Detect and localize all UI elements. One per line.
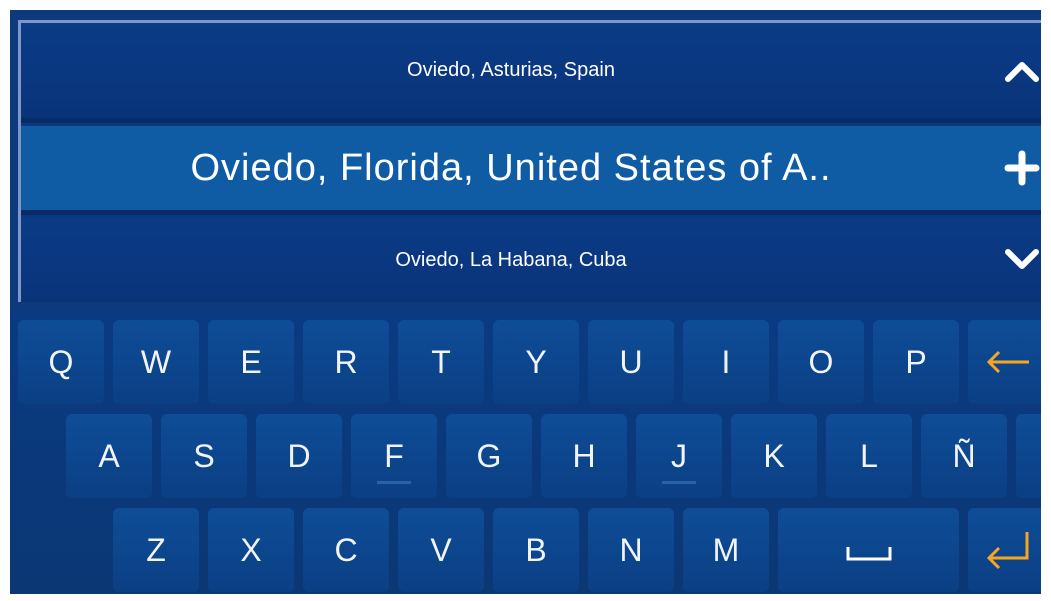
- space-bar-icon: [846, 547, 891, 561]
- key-label: D: [287, 437, 311, 474]
- key-label: Ñ: [952, 437, 976, 474]
- key-label: B: [525, 531, 547, 568]
- key-label: P: [905, 343, 927, 380]
- key-label: W: [140, 343, 172, 380]
- backspace-key[interactable]: [968, 320, 1041, 404]
- key-l[interactable]: L: [826, 414, 912, 498]
- key-label: R: [334, 343, 358, 380]
- plus-icon[interactable]: [1002, 148, 1041, 188]
- enter-key[interactable]: [968, 508, 1041, 592]
- key-y[interactable]: Y: [493, 320, 579, 404]
- backspace-arrow-icon: [986, 350, 1029, 374]
- key-m[interactable]: M: [683, 508, 769, 592]
- key-k[interactable]: K: [731, 414, 817, 498]
- key-label: V: [430, 531, 452, 568]
- key-n-tilde[interactable]: Ñ: [921, 414, 1007, 498]
- key-label: S: [193, 437, 215, 474]
- key-label: A: [98, 437, 120, 474]
- key-label: C: [334, 531, 358, 568]
- key-j[interactable]: J: [636, 414, 722, 498]
- key-label: E: [240, 343, 262, 380]
- key-label: N: [619, 531, 643, 568]
- key-label: U: [619, 343, 643, 380]
- key-x[interactable]: X: [208, 508, 294, 592]
- key-o[interactable]: O: [778, 320, 864, 404]
- key-label: Q: [48, 343, 74, 380]
- result-label-previous: Oviedo, Asturias, Spain: [407, 59, 615, 81]
- result-row-selected[interactable]: Oviedo, Florida, United States of A..: [21, 126, 1041, 210]
- key-t[interactable]: T: [398, 320, 484, 404]
- home-row-marker: [662, 481, 696, 484]
- key-label: Y: [525, 343, 547, 380]
- key-z[interactable]: Z: [113, 508, 199, 592]
- key-extra-right[interactable]: [1016, 414, 1041, 498]
- on-screen-keyboard: Q W E R T Y U I O P A S D F G H J K L Ñ …: [10, 312, 1041, 594]
- home-row-marker: [377, 481, 411, 484]
- key-r[interactable]: R: [303, 320, 389, 404]
- key-label: T: [431, 343, 451, 380]
- key-c[interactable]: C: [303, 508, 389, 592]
- key-i[interactable]: I: [683, 320, 769, 404]
- key-f[interactable]: F: [351, 414, 437, 498]
- results-list: Oviedo, Asturias, Spain Oviedo, Florida,…: [18, 20, 1041, 302]
- result-label-selected: Oviedo, Florida, United States of A..: [190, 146, 832, 189]
- key-h[interactable]: H: [541, 414, 627, 498]
- result-label-next: Oviedo, La Habana, Cuba: [395, 248, 627, 271]
- result-row-next[interactable]: Oviedo, La Habana, Cuba: [21, 218, 1041, 302]
- key-e[interactable]: E: [208, 320, 294, 404]
- space-key[interactable]: [778, 508, 959, 592]
- key-b[interactable]: B: [493, 508, 579, 592]
- key-label: K: [763, 437, 785, 474]
- key-v[interactable]: V: [398, 508, 484, 592]
- key-label: I: [721, 343, 731, 380]
- key-label: F: [384, 437, 404, 474]
- key-label: Z: [146, 531, 166, 568]
- key-label: L: [860, 437, 878, 474]
- key-n[interactable]: N: [588, 508, 674, 592]
- key-s[interactable]: S: [161, 414, 247, 498]
- key-d[interactable]: D: [256, 414, 342, 498]
- screen: Oviedo, Asturias, Spain Oviedo, Florida,…: [10, 10, 1041, 594]
- key-p[interactable]: P: [873, 320, 959, 404]
- key-g[interactable]: G: [446, 414, 532, 498]
- key-a[interactable]: A: [66, 414, 152, 498]
- key-label: X: [240, 531, 262, 568]
- key-label: G: [476, 437, 502, 474]
- result-row-previous[interactable]: Oviedo, Asturias, Spain: [21, 23, 1041, 118]
- chevron-up-icon[interactable]: [1002, 51, 1041, 91]
- enter-return-icon: [986, 532, 1029, 570]
- key-label: M: [712, 531, 740, 568]
- key-q[interactable]: Q: [18, 320, 104, 404]
- key-label: J: [671, 437, 687, 474]
- key-w[interactable]: W: [113, 320, 199, 404]
- key-label: H: [572, 437, 596, 474]
- key-u[interactable]: U: [588, 320, 674, 404]
- row-divider: [21, 210, 1041, 215]
- key-label: O: [808, 343, 834, 380]
- chevron-down-icon[interactable]: [1002, 240, 1041, 280]
- row-divider: [21, 118, 1041, 123]
